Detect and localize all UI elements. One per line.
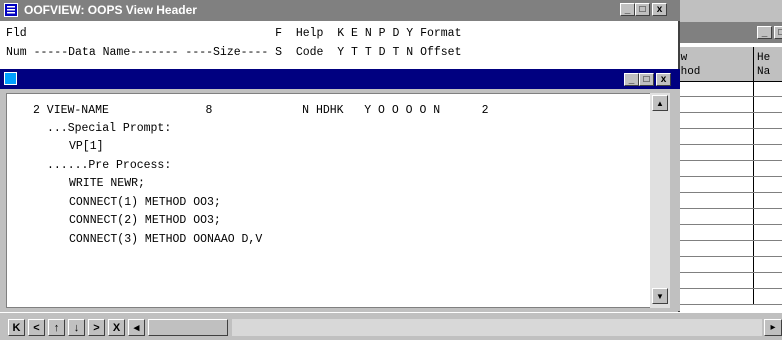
main-window-title: OOFVIEW: OOPS View Header xyxy=(24,3,197,17)
close-button[interactable]: x xyxy=(652,3,667,16)
pre-process-label: ......Pre Process: xyxy=(47,159,172,172)
background-grid-rows xyxy=(671,81,782,313)
grid-row[interactable] xyxy=(671,257,782,273)
scroll-down-arrow-icon[interactable]: ▼ xyxy=(652,288,668,304)
scroll-left-arrow-icon[interactable]: ◂ xyxy=(128,319,145,336)
app-document-icon xyxy=(4,3,18,17)
previous-record-button[interactable]: ↑ xyxy=(48,319,65,336)
pre-process-line[interactable]: WRITE NEWR; xyxy=(69,177,145,190)
record-window-titlebar[interactable]: _ □ x xyxy=(0,69,680,89)
scroll-up-arrow-icon[interactable]: ▲ xyxy=(652,95,668,111)
record-window-icon xyxy=(4,72,17,85)
record-close-button[interactable]: x xyxy=(656,73,671,86)
main-window-titlebar[interactable]: OOFVIEW: OOPS View Header _ □ x xyxy=(0,0,680,21)
record-detail-area[interactable]: 2 VIEW-NAME 8 N HDHK Y O O O O N 2 ...Sp… xyxy=(6,93,652,308)
pre-process-line[interactable]: CONNECT(3) METHOD OONAAO D,V xyxy=(69,233,262,246)
grid-row[interactable] xyxy=(671,81,782,97)
main-window-buttons: _ □ x xyxy=(620,3,667,16)
pre-process-line[interactable]: CONNECT(2) METHOD OO3; xyxy=(69,214,221,227)
vertical-scrollbar[interactable]: ▲ ▼ xyxy=(650,93,670,308)
grid-row[interactable] xyxy=(671,145,782,161)
scroll-right-arrow-icon[interactable]: ▸ xyxy=(764,319,782,336)
background-window-titlebar[interactable]: _ □ x xyxy=(663,23,782,43)
pre-process-line[interactable]: CONNECT(1) METHOD OO3; xyxy=(69,196,221,209)
grid-row[interactable] xyxy=(671,97,782,113)
grid-row[interactable] xyxy=(671,129,782,145)
grid-row[interactable] xyxy=(671,193,782,209)
maximize-button[interactable]: □ xyxy=(635,3,650,16)
bg-maximize-button[interactable]: □ xyxy=(774,26,782,39)
background-window-buttons: _ □ x xyxy=(757,26,782,39)
grid-row[interactable] xyxy=(671,177,782,193)
column-header-line-2: Num -----Data Name------- ----Size---- S… xyxy=(6,46,462,59)
next-page-button[interactable]: > xyxy=(88,319,105,336)
previous-page-button[interactable]: < xyxy=(28,319,45,336)
special-prompt-value[interactable]: VP[1] xyxy=(69,140,104,153)
next-record-button[interactable]: ↓ xyxy=(68,319,85,336)
horizontal-scroll-track[interactable] xyxy=(232,319,762,336)
grid-header-method-line2: thod xyxy=(674,66,701,78)
record-maximize-button[interactable]: □ xyxy=(639,73,654,86)
background-window[interactable]: _ □ x ew thod He Na xyxy=(662,22,782,314)
column-header-line-1: Fld F Help K E N P D Y Format xyxy=(6,27,462,40)
grid-header-help[interactable]: He Na xyxy=(753,47,782,81)
record-navigation-bar: K < ↑ ↓ > X ◂ ▸ xyxy=(0,312,782,340)
last-record-button[interactable]: X xyxy=(108,319,125,336)
grid-row[interactable] xyxy=(671,161,782,177)
horizontal-scroll-thumb[interactable] xyxy=(148,319,228,336)
grid-row[interactable] xyxy=(671,225,782,241)
grid-row[interactable] xyxy=(671,241,782,257)
background-grid-header: ew thod He Na xyxy=(671,47,782,82)
main-window: OOFVIEW: OOPS View Header _ □ x Fld F He… xyxy=(0,0,680,339)
grid-row[interactable] xyxy=(671,289,782,305)
grid-row[interactable] xyxy=(671,209,782,225)
record-child-window: _ □ x 2 VIEW-NAME 8 N HDHK Y O O O O N 2… xyxy=(0,69,680,311)
grid-header-help-line1: He xyxy=(757,52,771,64)
first-record-button[interactable]: K xyxy=(8,319,25,336)
record-window-buttons: _ □ x xyxy=(624,73,671,86)
grid-header-help-line2: Na xyxy=(757,66,771,78)
column-header-panel: Fld F Help K E N P D Y Format Num -----D… xyxy=(0,21,678,69)
record-minimize-button[interactable]: _ xyxy=(624,73,639,86)
minimize-button[interactable]: _ xyxy=(620,3,635,16)
grid-row[interactable] xyxy=(671,273,782,289)
bg-minimize-button[interactable]: _ xyxy=(757,26,772,39)
grid-header-method-line1: ew xyxy=(674,52,688,64)
special-prompt-label: ...Special Prompt: xyxy=(47,122,172,135)
record-summary-line[interactable]: 2 VIEW-NAME 8 N HDHK Y O O O O N 2 xyxy=(33,104,488,117)
grid-header-method[interactable]: ew thod xyxy=(671,47,753,81)
grid-row[interactable] xyxy=(671,113,782,129)
